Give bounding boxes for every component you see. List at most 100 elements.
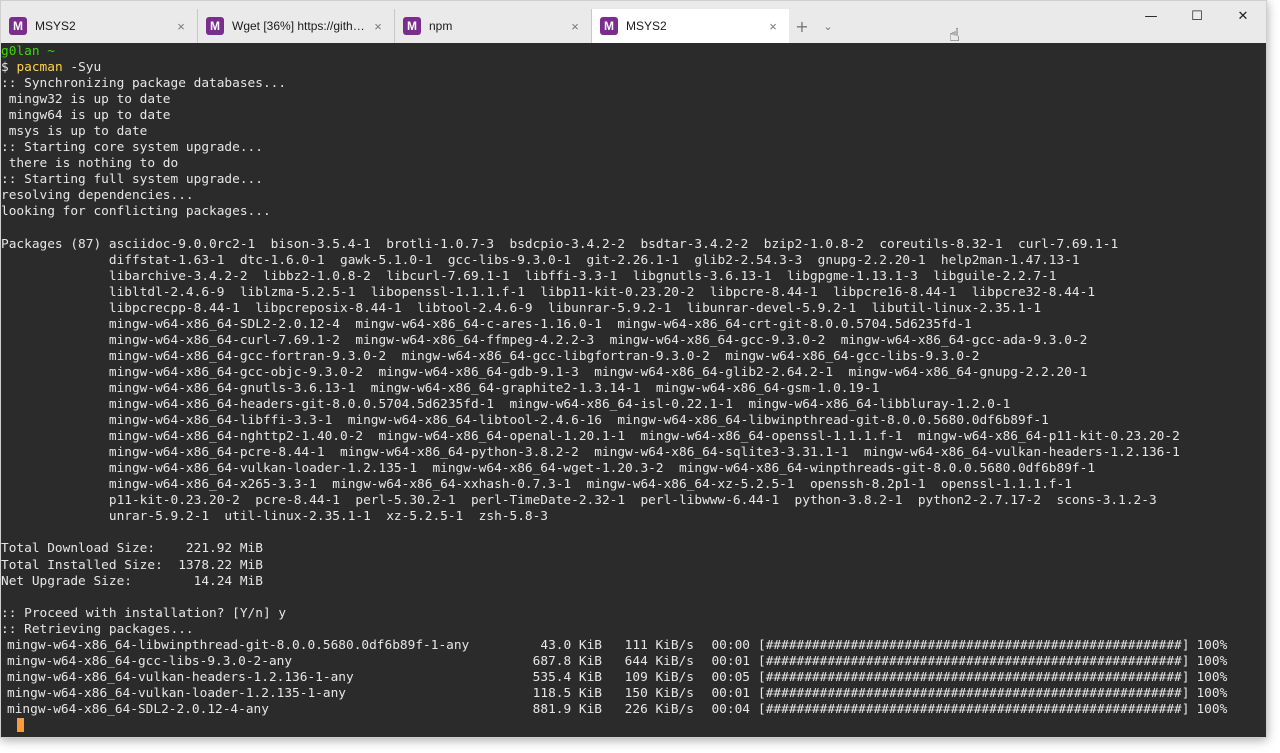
tab-msys2-1[interactable]: M MSYS2 × bbox=[1, 9, 198, 43]
download-percent: 100% bbox=[1196, 701, 1228, 717]
download-time: 00:01 bbox=[711, 653, 750, 669]
download-row: mingw-w64-x86_64-vulkan-loader-1.2.135-1… bbox=[1, 686, 1266, 702]
output-line: mingw32 is up to date bbox=[1, 92, 171, 108]
download-percent: 100% bbox=[1196, 685, 1228, 701]
package-line: mingw-w64-x86_64-curl-7.69.1-2 mingw-w64… bbox=[1, 332, 1088, 348]
package-line: mingw-w64-x86_64-pcre-8.44-1 mingw-w64-x… bbox=[1, 445, 1180, 461]
terminal-output[interactable]: g0lan ~ $ pacman -Syu:: Synchronizing pac… bbox=[1, 44, 1266, 737]
package-line: mingw-w64-x86_64-gnutls-3.6.13-1 mingw-w… bbox=[1, 380, 880, 396]
tab-msys2-active[interactable]: M MSYS2 × bbox=[592, 9, 789, 43]
close-tab-icon[interactable]: × bbox=[370, 19, 386, 34]
tab-npm[interactable]: M npm × bbox=[395, 9, 592, 43]
download-speed: 150 KiB/s bbox=[624, 685, 694, 701]
download-name: mingw-w64-x86_64-gcc-libs-9.3.0-2-any bbox=[7, 653, 293, 669]
downloads-list: mingw-w64-x86_64-libwinpthread-git-8.0.0… bbox=[1, 638, 1266, 718]
download-speed: 111 KiB/s bbox=[624, 637, 694, 653]
download-time: 00:05 bbox=[711, 669, 750, 685]
download-size: 118.5 KiB bbox=[532, 685, 602, 701]
package-line: mingw-w64-x86_64-libffi-3.3-1 mingw-w64-… bbox=[1, 413, 1049, 429]
close-tab-icon[interactable]: × bbox=[173, 19, 189, 34]
msys2-logo-icon: M bbox=[206, 17, 224, 35]
download-row: mingw-w64-x86_64-vulkan-headers-1.2.136-… bbox=[1, 670, 1266, 686]
tab-title: npm bbox=[429, 19, 453, 33]
package-line: mingw-w64-x86_64-SDL2-2.0.12-4 mingw-w64… bbox=[1, 316, 972, 332]
new-tab-button[interactable]: + bbox=[789, 9, 815, 43]
chevron-down-icon[interactable]: ⌄ bbox=[815, 9, 841, 43]
package-line: mingw-w64-x86_64-x265-3.3-1 mingw-w64-x8… bbox=[1, 477, 1072, 493]
download-percent: 100% bbox=[1196, 669, 1228, 685]
output-line: resolving dependencies... bbox=[1, 188, 194, 204]
download-name: mingw-w64-x86_64-vulkan-loader-1.2.135-1… bbox=[7, 685, 346, 701]
tab-title: MSYS2 bbox=[626, 19, 667, 33]
tab-wget[interactable]: M Wget [36%] https://github-proc × bbox=[198, 9, 395, 43]
package-line: mingw-w64-x86_64-vulkan-loader-1.2.135-1… bbox=[1, 461, 1096, 477]
output-line: :: Retrieving packages... bbox=[1, 621, 194, 637]
download-size: 881.9 KiB bbox=[532, 701, 602, 717]
download-progress-bar: [#######################################… bbox=[758, 669, 1190, 685]
download-time: 00:01 bbox=[711, 685, 750, 701]
output-line: :: Synchronizing package databases... bbox=[1, 76, 287, 92]
output-line: msys is up to date bbox=[1, 124, 148, 140]
package-line: Packages (87) asciidoc-9.0.0rc2-1 bison-… bbox=[1, 236, 1119, 252]
download-row: mingw-w64-x86_64-SDL2-2.0.12-4-any 881.9 … bbox=[1, 702, 1266, 718]
download-size: 43.0 KiB bbox=[540, 637, 602, 653]
package-line: mingw-w64-x86_64-nghttp2-1.40.0-2 mingw-… bbox=[1, 429, 1180, 445]
package-line: libarchive-3.4.2-2 libbz2-1.0.8-2 libcur… bbox=[1, 268, 1057, 284]
output-line: :: Proceed with installation? [Y/n] y bbox=[1, 605, 287, 621]
download-speed: 644 KiB/s bbox=[624, 653, 694, 669]
sync-output: :: Synchronizing package databases... mi… bbox=[1, 76, 1266, 236]
output-line: there is nothing to do bbox=[1, 156, 179, 172]
prompt-user: g0lan ~ bbox=[1, 44, 55, 59]
tab-title: MSYS2 bbox=[35, 19, 76, 33]
package-line: mingw-w64-x86_64-gcc-fortran-9.3.0-2 min… bbox=[1, 348, 980, 364]
packages-header: Packages (87) bbox=[1, 236, 109, 252]
package-line: diffstat-1.63-1 dtc-1.6.0-1 gawk-5.1.0-1… bbox=[1, 252, 1080, 268]
download-speed: 226 KiB/s bbox=[624, 701, 694, 717]
package-line: libpcrecpp-8.44-1 libpcreposix-8.44-1 li… bbox=[1, 300, 1042, 316]
download-row: mingw-w64-x86_64-gcc-libs-9.3.0-2-any 687… bbox=[1, 654, 1266, 670]
output-line: Total Download Size: 221.92 MiB bbox=[1, 541, 263, 557]
maximize-button[interactable]: ☐ bbox=[1174, 1, 1220, 31]
close-tab-icon[interactable]: × bbox=[765, 19, 781, 34]
summary-output: Total Download Size: 221.92 MiB Total Ins… bbox=[1, 525, 1266, 637]
msys2-logo-icon: M bbox=[9, 17, 27, 35]
output-line: :: Starting full system upgrade... bbox=[1, 172, 263, 188]
download-name: mingw-w64-x86_64-SDL2-2.0.12-4-any bbox=[7, 701, 269, 717]
download-size: 687.8 KiB bbox=[532, 653, 602, 669]
package-line: unrar-5.9.2-1 util-linux-2.35.1-1 xz-5.2… bbox=[1, 509, 549, 525]
download-progress-bar: [#######################################… bbox=[758, 685, 1190, 701]
package-line: mingw-w64-x86_64-gcc-objc-9.3.0-2 mingw-… bbox=[1, 364, 1088, 380]
output-line: mingw64 is up to date bbox=[1, 108, 171, 124]
package-line: mingw-w64-x86_64-headers-git-8.0.0.5704.… bbox=[1, 397, 1011, 413]
minimize-button[interactable]: — bbox=[1128, 1, 1174, 31]
download-percent: 100% bbox=[1196, 637, 1228, 653]
close-window-button[interactable]: ✕ bbox=[1220, 1, 1266, 31]
output-line: :: Starting core system upgrade... bbox=[1, 140, 263, 156]
download-progress-bar: [#######################################… bbox=[758, 653, 1190, 669]
output-line: Net Upgrade Size: 14.24 MiB bbox=[1, 573, 263, 589]
close-tab-icon[interactable]: × bbox=[567, 19, 583, 34]
package-line: p11-kit-0.23.20-2 pcre-8.44-1 perl-5.30.… bbox=[1, 493, 1157, 509]
download-row: mingw-w64-x86_64-libwinpthread-git-8.0.0… bbox=[1, 638, 1266, 654]
download-time: 00:04 bbox=[711, 701, 750, 717]
download-speed: 109 KiB/s bbox=[624, 669, 694, 685]
tab-title: Wget [36%] https://github-proc bbox=[232, 19, 366, 33]
tab-bar: M MSYS2 × M Wget [36%] https://github-pr… bbox=[1, 1, 1266, 46]
output-line: Total Installed Size: 1378.22 MiB bbox=[1, 557, 263, 573]
download-progress-bar: [#######################################… bbox=[758, 701, 1190, 717]
msys2-logo-icon: M bbox=[600, 17, 618, 35]
window-controls: — ☐ ✕ bbox=[1128, 1, 1266, 31]
download-time: 00:00 bbox=[711, 637, 750, 653]
output-line: looking for conflicting packages... bbox=[1, 204, 271, 220]
download-name: mingw-w64-x86_64-vulkan-headers-1.2.136-… bbox=[7, 669, 354, 685]
package-line: libltdl-2.4.6-9 liblzma-5.2.5-1 libopens… bbox=[1, 284, 1096, 300]
download-progress-bar: [#######################################… bbox=[758, 637, 1190, 653]
packages-list: Packages (87) asciidoc-9.0.0rc2-1 bison-… bbox=[1, 237, 1266, 526]
command-line: $ pacman -Syu bbox=[1, 60, 102, 76]
download-percent: 100% bbox=[1196, 653, 1228, 669]
download-size: 535.4 KiB bbox=[532, 669, 602, 685]
msys2-logo-icon: M bbox=[403, 17, 421, 35]
